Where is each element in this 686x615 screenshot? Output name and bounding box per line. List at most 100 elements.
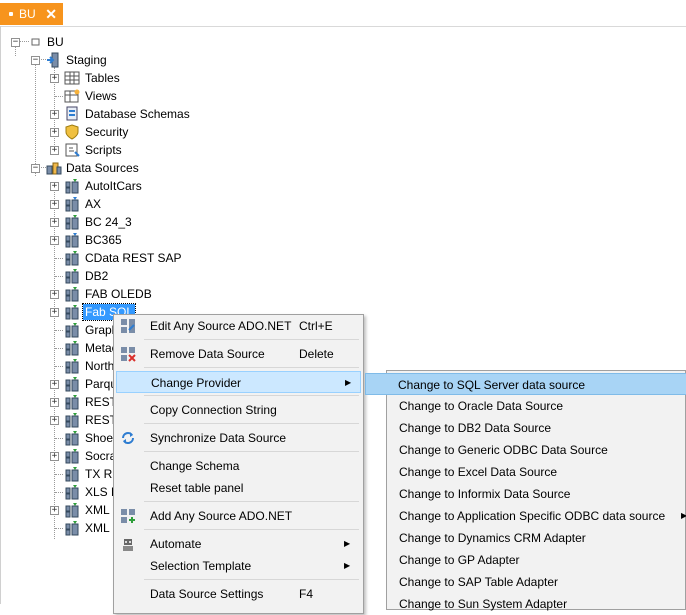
edit-source-icon <box>120 318 136 334</box>
tree-node-data-source[interactable]: BC 24_3 <box>83 214 134 230</box>
scripts-icon <box>64 142 80 158</box>
tree-node-root[interactable]: BU <box>45 34 66 50</box>
menu-item-label: Change Schema <box>150 459 240 473</box>
tree-line <box>55 258 63 259</box>
menu-item-change-schema[interactable]: Change Schema <box>116 455 361 477</box>
menu-item-reset-table-panel[interactable]: Reset table panel <box>116 477 361 499</box>
collapse-toggle[interactable]: − <box>31 164 40 173</box>
submenu-item-label: Change to Dynamics CRM Adapter <box>399 531 586 545</box>
menu-item-label: Reset table panel <box>150 481 244 495</box>
tree-node-data-source[interactable]: AX <box>83 196 103 212</box>
tables-icon <box>64 70 80 86</box>
expand-toggle[interactable]: + <box>50 236 59 245</box>
expand-toggle[interactable]: + <box>50 146 59 155</box>
expand-toggle[interactable]: + <box>50 398 59 407</box>
tab-bu[interactable]: BU ✕ <box>0 3 63 25</box>
menu-item-edit-source[interactable]: Edit Any Source ADO.NET Ctrl+E <box>116 315 361 337</box>
tree-line <box>55 366 63 367</box>
expand-toggle[interactable]: + <box>50 74 59 83</box>
data-source-icon <box>64 286 80 302</box>
tree-line <box>55 438 63 439</box>
tree-node-data-source[interactable]: DB2 <box>83 268 110 284</box>
menu-item-synchronize[interactable]: Synchronize Data Source <box>116 427 361 449</box>
submenu-arrow-icon: ▶ <box>681 511 686 520</box>
tree-node-data-source[interactable]: FAB OLEDB <box>83 286 154 302</box>
submenu-arrow-icon: ▶ <box>344 561 351 570</box>
submenu-item-label: Change to Generic ODBC Data Source <box>399 443 608 457</box>
submenu-item-change-provider-option[interactable]: Change to Informix Data Source <box>389 483 686 505</box>
tree-node-database-schemas[interactable]: Database Schemas <box>83 106 192 122</box>
submenu-arrow-icon: ▶ <box>344 539 351 548</box>
expand-toggle[interactable]: + <box>50 416 59 425</box>
database-schemas-icon <box>64 106 80 122</box>
collapse-toggle[interactable]: − <box>31 56 40 65</box>
expand-toggle[interactable]: + <box>50 308 59 317</box>
expand-toggle[interactable]: + <box>50 128 59 137</box>
menu-item-remove-source[interactable]: Remove Data Source Delete <box>116 343 361 365</box>
menu-separator <box>144 395 359 396</box>
submenu-item-change-provider-option[interactable]: Change to Sun System Adapter <box>389 593 686 615</box>
submenu-item-change-provider-option[interactable]: Change to SQL Server data source <box>365 373 686 395</box>
menu-item-automate[interactable]: Automate ▶ <box>116 533 361 555</box>
data-source-icon <box>64 322 80 338</box>
expand-toggle[interactable]: + <box>50 110 59 119</box>
tree-node-tables[interactable]: Tables <box>83 70 122 86</box>
data-source-icon <box>64 376 80 392</box>
menu-separator <box>144 339 359 340</box>
tree-node-data-source[interactable]: AutoItCars <box>83 178 144 194</box>
tree-node-security[interactable]: Security <box>83 124 130 140</box>
submenu-item-change-provider-option[interactable]: Change to Generic ODBC Data Source <box>389 439 686 461</box>
staging-database-icon <box>46 52 62 68</box>
data-source-icon <box>64 502 80 518</box>
expand-toggle[interactable]: + <box>50 218 59 227</box>
menu-item-label: Change Provider <box>151 376 242 390</box>
menu-item-change-provider[interactable]: Change Provider ▶ <box>116 371 361 393</box>
submenu-item-change-provider-option[interactable]: Change to GP Adapter <box>389 549 686 571</box>
submenu-item-change-provider-option[interactable]: Change to Dynamics CRM Adapter <box>389 527 686 549</box>
expand-toggle[interactable]: + <box>50 506 59 515</box>
data-sources-icon <box>46 160 62 176</box>
submenu-item-change-provider-option[interactable]: Change to Excel Data Source <box>389 461 686 483</box>
close-icon[interactable]: ✕ <box>45 7 57 21</box>
tree-line <box>55 330 63 331</box>
data-source-icon <box>64 340 80 356</box>
tree-node-views[interactable]: Views <box>83 88 119 104</box>
data-source-icon <box>64 484 80 500</box>
menu-item-data-source-settings[interactable]: Data Source Settings F4 <box>116 583 361 605</box>
menu-item-shortcut: Ctrl+E <box>299 319 333 333</box>
tree-node-scripts[interactable]: Scripts <box>83 142 124 158</box>
data-source-icon <box>64 304 80 320</box>
data-source-icon <box>64 178 80 194</box>
tree-node-staging[interactable]: Staging <box>64 52 109 68</box>
tree-node-data-sources[interactable]: Data Sources <box>64 160 141 176</box>
menu-separator <box>144 423 359 424</box>
data-source-icon <box>64 268 80 284</box>
expand-toggle[interactable]: + <box>50 290 59 299</box>
data-source-icon <box>64 520 80 536</box>
submenu-item-change-provider-option[interactable]: Change to SAP Table Adapter <box>389 571 686 593</box>
menu-item-label: Remove Data Source <box>150 347 265 361</box>
expand-toggle[interactable]: + <box>50 182 59 191</box>
menu-item-add-source[interactable]: Add Any Source ADO.NET <box>116 505 361 527</box>
menu-item-label: Synchronize Data Source <box>150 431 287 445</box>
tree-line <box>35 64 36 176</box>
menu-separator <box>144 579 359 580</box>
data-source-icon <box>64 448 80 464</box>
submenu-item-change-provider-option[interactable]: Change to Application Specific ODBC data… <box>389 505 686 527</box>
context-menu: Edit Any Source ADO.NET Ctrl+E Remove Da… <box>113 314 364 614</box>
expand-toggle[interactable]: + <box>50 452 59 461</box>
submenu-item-change-provider-option[interactable]: Change to Oracle Data Source <box>389 395 686 417</box>
data-source-icon <box>64 232 80 248</box>
submenu-item-change-provider-option[interactable]: Change to DB2 Data Source <box>389 417 686 439</box>
menu-item-shortcut: F4 <box>299 587 314 601</box>
expand-toggle[interactable]: + <box>50 380 59 389</box>
tab-label: BU <box>19 7 36 21</box>
expand-toggle[interactable]: + <box>50 200 59 209</box>
collapse-toggle[interactable]: − <box>11 38 20 47</box>
menu-item-copy-connection-string[interactable]: Copy Connection String <box>116 399 361 421</box>
tree-node-data-source[interactable]: BC365 <box>83 232 124 248</box>
tree-node-data-source[interactable]: CData REST SAP <box>83 250 183 266</box>
menu-separator <box>144 529 359 530</box>
data-source-icon <box>64 214 80 230</box>
menu-item-selection-template[interactable]: Selection Template ▶ <box>116 555 361 577</box>
